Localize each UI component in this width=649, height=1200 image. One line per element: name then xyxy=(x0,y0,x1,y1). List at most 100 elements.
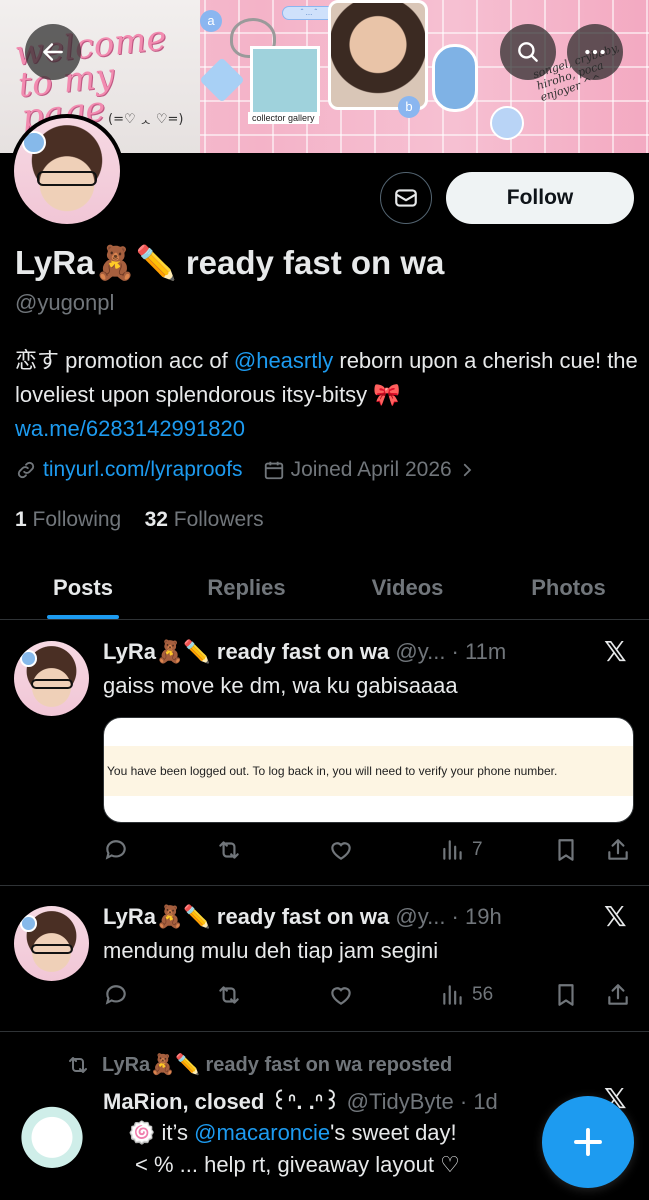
repost-indicator[interactable]: LyRa🧸✏️ ready fast on wa reposted xyxy=(66,1052,452,1077)
share-button[interactable] xyxy=(605,835,631,865)
tab-photos[interactable]: Photos xyxy=(488,556,649,619)
views-count: 56 xyxy=(472,984,494,1005)
tweet-avatar[interactable] xyxy=(14,906,89,981)
tweet-text-suffix: 's sweet day! xyxy=(330,1120,457,1145)
reply-button[interactable] xyxy=(103,980,129,1010)
profile-meta: tinyurl.com/lyraproofs Joined April 2026 xyxy=(15,458,502,482)
banner-photo-small xyxy=(250,46,320,116)
analytics-icon xyxy=(443,840,462,860)
chevron-right-icon xyxy=(463,463,471,477)
tweet-author-name[interactable]: LyRa🧸✏️ ready fast on wa xyxy=(103,639,389,664)
tweet-handle-time: @TidyByte · 1d xyxy=(346,1089,498,1114)
tweet-image-card[interactable]: You have been logged out. To log back in… xyxy=(103,717,634,823)
plus-icon xyxy=(574,1128,602,1156)
tweet-handle-time: @y... · 19h xyxy=(395,904,502,929)
tweet-handle-time: @y... · 11m xyxy=(395,639,507,664)
tweet-header: LyRa🧸✏️ ready fast on wa @y... · 11m xyxy=(103,639,506,665)
tweet-text: gaiss move ke dm, wa ku gabisaaaa xyxy=(103,673,458,698)
back-button[interactable] xyxy=(25,24,81,80)
tab-replies[interactable]: Replies xyxy=(166,556,327,619)
banner-emoticon: (=♡ ᆺ ♡=) xyxy=(108,112,184,127)
analytics-icon xyxy=(443,985,462,1005)
x-logo-icon: 𝕏 xyxy=(604,635,627,668)
heart-icon xyxy=(331,987,351,1005)
followers-label: Followers xyxy=(173,508,264,531)
more-dots-icon xyxy=(585,49,605,55)
reply-icon xyxy=(105,840,126,860)
followers-count: 32 xyxy=(144,508,168,531)
compose-button[interactable] xyxy=(542,1096,634,1188)
envelope-icon xyxy=(395,189,417,207)
tweet-author-name[interactable]: MaRion, closed ꒰ᐢ. .ᐢ꒱ xyxy=(103,1089,341,1114)
banner-bubble-a: a xyxy=(200,10,222,32)
repost-button[interactable] xyxy=(216,835,242,865)
repost-icon xyxy=(219,986,239,1004)
share-button[interactable] xyxy=(605,980,631,1010)
bio-wa-link[interactable]: wa.me/6283142991820 xyxy=(15,416,245,441)
tweet[interactable]: LyRa🧸✏️ ready fast on wa @y... · 19h 𝕏 m… xyxy=(0,886,649,1032)
tweet-text: mendung mulu deh tiap jam segini xyxy=(103,938,439,963)
tweet-author-name[interactable]: LyRa🧸✏️ ready fast on wa xyxy=(103,904,389,929)
following-stat[interactable]: 1 Following xyxy=(15,508,121,531)
profile-bio: 恋す promotion acc of @heasrtly reborn upo… xyxy=(15,344,640,446)
views-button[interactable]: 7 xyxy=(440,835,483,865)
reply-button[interactable] xyxy=(103,835,129,865)
repost-button[interactable] xyxy=(216,980,242,1010)
tweet-text-line2: < % ... help rt, giveaway layout ♡ xyxy=(135,1152,460,1177)
message-button[interactable] xyxy=(380,172,432,224)
tweet-actions: 56 xyxy=(103,980,633,1010)
tweet[interactable]: LyRa🧸✏️ ready fast on wa @y... · 11m 𝕏 g… xyxy=(0,621,649,886)
arrow-left-icon xyxy=(43,43,63,61)
profile-handle: @yugonpl xyxy=(15,290,115,315)
star-decoration xyxy=(199,57,245,103)
like-button[interactable] xyxy=(328,980,354,1010)
website-link[interactable]: tinyurl.com/lyraproofs xyxy=(43,458,243,482)
banner-button-decoration xyxy=(490,106,524,140)
calendar-icon xyxy=(264,461,283,480)
views-count: 7 xyxy=(472,839,483,860)
bio-mention-link[interactable]: @heasrtly xyxy=(234,348,333,373)
follow-button[interactable]: Follow xyxy=(446,172,634,224)
share-icon xyxy=(608,984,628,1005)
more-options-button[interactable] xyxy=(567,24,623,80)
joined-item[interactable]: Joined April 2026 xyxy=(263,458,482,482)
bookmark-icon xyxy=(558,984,574,1006)
bookmark-icon xyxy=(558,839,574,861)
share-icon xyxy=(608,839,628,860)
like-button[interactable] xyxy=(328,835,354,865)
avatar-image xyxy=(14,118,120,224)
tweet-avatar[interactable] xyxy=(18,1100,86,1168)
bookmark-button[interactable] xyxy=(553,980,579,1010)
followers-stat[interactable]: 32 Followers xyxy=(145,508,264,531)
following-label: Following xyxy=(32,508,122,531)
profile-tabs: Posts Replies Videos Photos xyxy=(0,556,649,620)
banner-caption: collector gallery xyxy=(248,112,319,124)
link-icon xyxy=(17,461,35,479)
search-icon xyxy=(518,42,538,62)
website-item[interactable]: tinyurl.com/lyraproofs xyxy=(15,458,243,482)
following-count: 1 xyxy=(15,508,27,531)
reply-icon xyxy=(105,985,126,1005)
profile-avatar[interactable] xyxy=(10,114,124,228)
repost-icon xyxy=(69,1056,87,1073)
tweet-mention-link[interactable]: @macaroncie xyxy=(194,1120,330,1145)
tweet-avatar[interactable] xyxy=(14,641,89,716)
tab-posts[interactable]: Posts xyxy=(0,556,166,619)
tweet-text-line1: 🍥 it’s @macaroncie's sweet day! xyxy=(128,1120,457,1146)
repost-label: LyRa🧸✏️ ready fast on wa reposted xyxy=(102,1054,453,1076)
bio-text: 恋す promotion acc of xyxy=(15,348,234,373)
tweet-header: MaRion, closed ꒰ᐢ. .ᐢ꒱ @TidyByte · 1d xyxy=(103,1086,498,1115)
views-button[interactable]: 56 xyxy=(440,980,493,1010)
tweet-text-prefix: 🍥 it’s xyxy=(128,1120,195,1145)
joined-date: Joined April 2026 xyxy=(290,458,452,481)
search-button[interactable] xyxy=(500,24,556,80)
card-text: You have been logged out. To log back in… xyxy=(104,746,633,796)
heart-icon xyxy=(331,842,351,860)
banner-keychain xyxy=(432,44,478,112)
x-logo-icon: 𝕏 xyxy=(604,900,627,933)
profile-display-name: LyRa🧸✏️ ready fast on wa xyxy=(15,244,445,281)
banner-bubble-b: b xyxy=(398,96,420,118)
tweet-actions: 7 xyxy=(103,835,633,865)
bookmark-button[interactable] xyxy=(553,835,579,865)
tab-videos[interactable]: Videos xyxy=(327,556,488,619)
